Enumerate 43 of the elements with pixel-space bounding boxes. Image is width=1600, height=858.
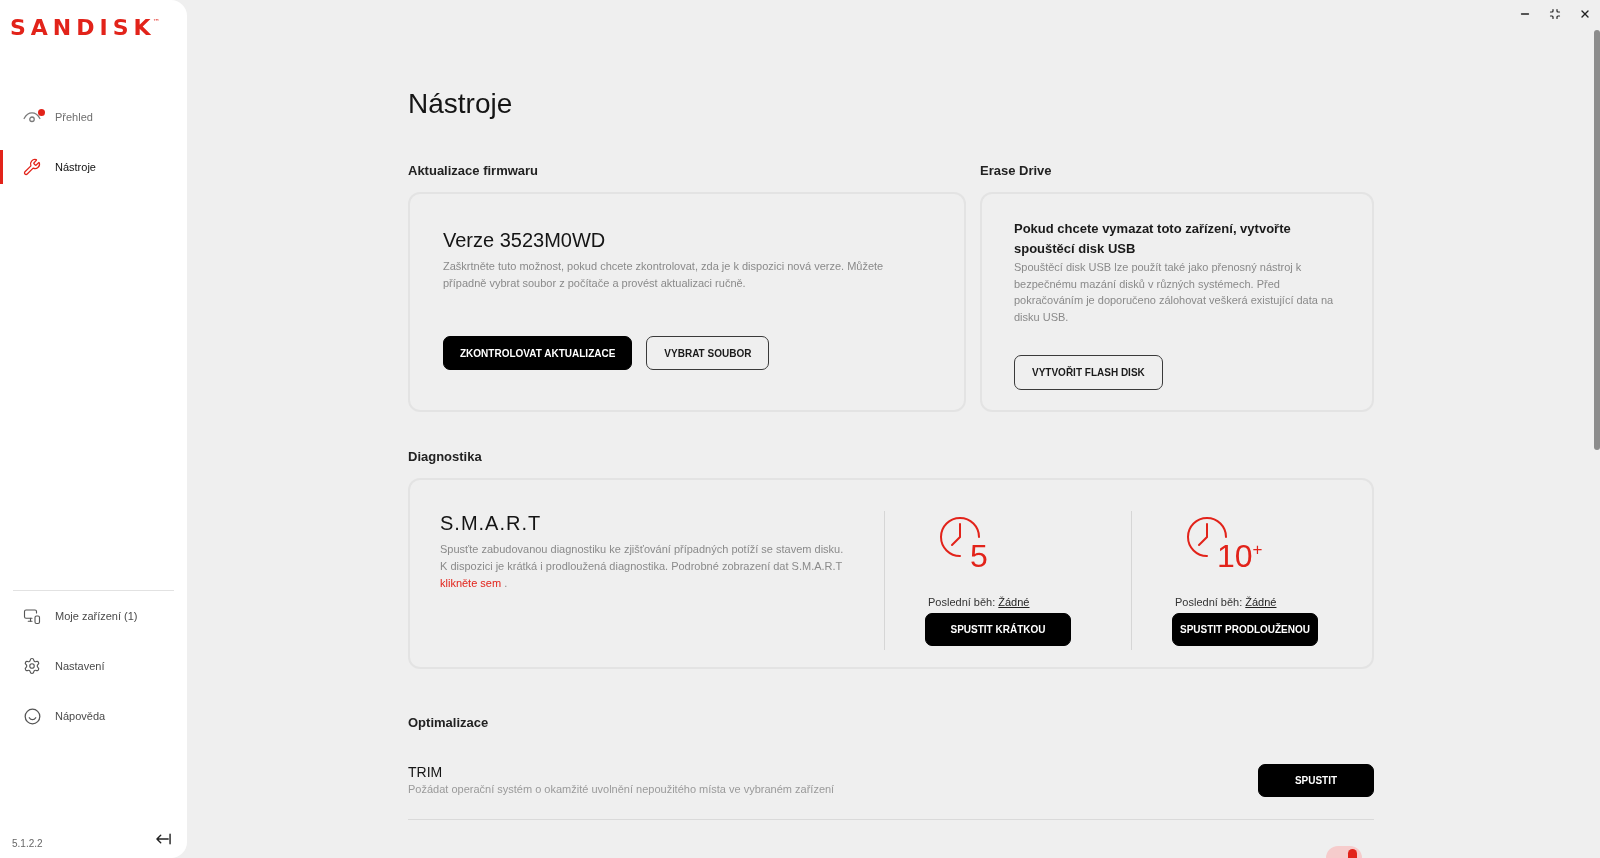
details-link[interactable]: klikněte sem bbox=[440, 577, 502, 589]
firmware-description: Zaškrtněte tuto možnost, pokud chcete zkontrolovat, zda je k dispozici nová verze. Můžete případně vybrat soubor z počítače a provést aktualizaci ručně. bbox=[443, 259, 885, 291]
section-heading: Diagnostika bbox=[408, 448, 482, 466]
close-icon[interactable] bbox=[1579, 8, 1591, 20]
erase-drive-title: Pokud chcete vymazat toto zařízení, vytvořte spouštěcí disk USB bbox=[1014, 220, 1292, 258]
settings-nav-item[interactable]: Nastavení bbox=[0, 649, 187, 683]
erase-drive-description: Spouštěcí disk USB lze použít také jako přenosný nástroj k bezpečnému mazání disků v různých systémech. Před pokračováním je doporučeno zálohovat veškerá existující data na disku USB. bbox=[1014, 260, 1335, 325]
section-heading: Optimalizace bbox=[408, 714, 489, 732]
version-label: 5.1.2.2 bbox=[12, 837, 43, 851]
scrollbar-thumb[interactable] bbox=[1594, 30, 1600, 450]
collapse-arrow-icon[interactable] bbox=[156, 833, 171, 845]
smart-title: S.M.A.R.T bbox=[440, 511, 542, 535]
trim-title: TRIM bbox=[408, 763, 443, 781]
last-run-link[interactable]: Žádné bbox=[1245, 595, 1277, 609]
smiley-icon bbox=[23, 707, 41, 725]
last-run-label: Poslední běh: bbox=[928, 595, 996, 609]
devices-icon bbox=[23, 607, 41, 625]
page-title: Nástroje bbox=[408, 87, 513, 121]
tools-nav-item[interactable]: Nástroje bbox=[0, 150, 187, 184]
test-duration: 10$^{+}$ bbox=[1217, 541, 1263, 571]
check-updates-button[interactable]: ZKONTROLOVAT AKTUALIZACE bbox=[443, 336, 633, 370]
run-trim-button[interactable]: SPUSTIT bbox=[1258, 763, 1374, 797]
help-nav-item[interactable]: Nápověda bbox=[0, 699, 187, 733]
settings-icon bbox=[23, 657, 41, 675]
smart-description: Spusťte zabudovanou diagnostiku ke zjišťování případných potíží se stavem disku. K dispozici je krátká i prodloužená diagnostika. Podrobné zobrazení dat S.M.A.R.T klikněte sem . bbox=[440, 542, 845, 591]
trim-description: Požádat operační systém o okamžité uvolnění nepoužitého místa ve vybraném zařízení bbox=[408, 782, 835, 797]
firmware-version: Verze 3523M0WD bbox=[443, 228, 606, 252]
eye-icon bbox=[23, 111, 41, 123]
last-run-label: Poslední běh: bbox=[1175, 595, 1243, 609]
section-heading: Erase Drive bbox=[980, 162, 1052, 180]
toggle-switch[interactable] bbox=[1326, 846, 1362, 858]
overview-nav-item[interactable]: Přehled bbox=[0, 100, 187, 134]
wrench-icon bbox=[23, 158, 41, 176]
restore-icon[interactable] bbox=[1549, 8, 1561, 20]
run-extended-test-button[interactable]: SPUSTIT PRODLOUŽENOU bbox=[1172, 613, 1318, 646]
brand-logo: SANDISK$^{™}$ bbox=[10, 18, 160, 40]
section-heading: Aktualizace firmwaru bbox=[408, 162, 539, 180]
run-short-test-button[interactable]: SPUSTIT KRÁTKOU bbox=[925, 613, 1071, 646]
choose-file-button[interactable]: VYBRAT SOUBOR bbox=[646, 336, 770, 370]
test-duration: 5 bbox=[970, 541, 988, 571]
create-flash-disk-button[interactable]: VYTVOŘIT FLASH DISK bbox=[1014, 355, 1163, 390]
last-run-link[interactable]: Žádné bbox=[998, 595, 1030, 609]
devices-nav-item[interactable]: Moje zařízení (1) bbox=[0, 599, 187, 633]
